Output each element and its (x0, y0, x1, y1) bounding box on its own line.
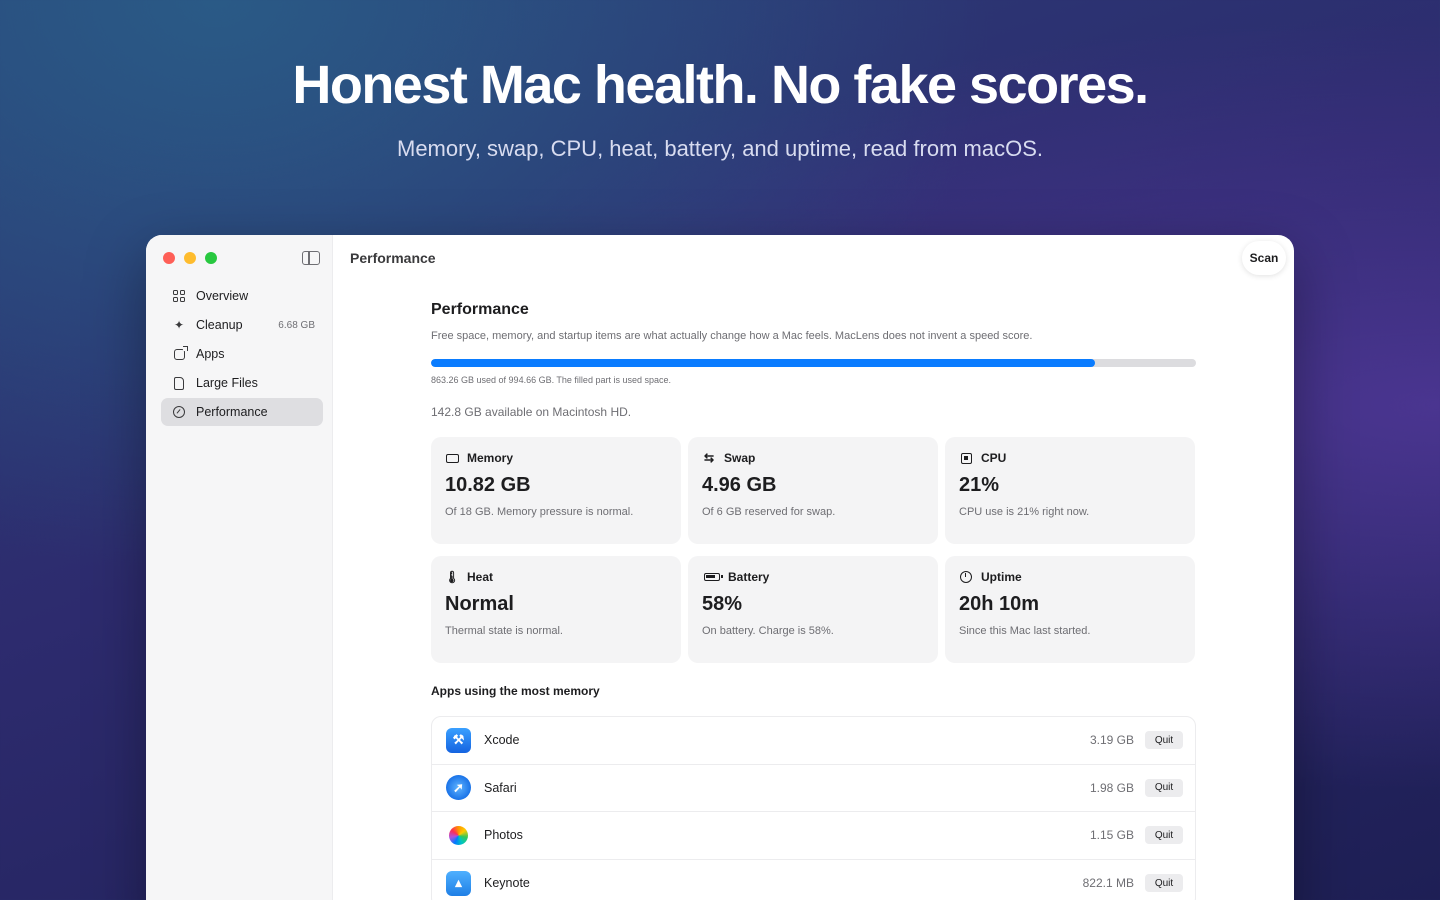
memory-card: Memory 10.82 GB Of 18 GB. Memory pressur… (431, 437, 681, 544)
app-name: Keynote (484, 876, 530, 891)
disk-available-text: 142.8 GB available on Macintosh HD. (431, 405, 632, 419)
scan-button[interactable]: Scan (1242, 241, 1286, 275)
sidebar-item-overview[interactable]: Overview (161, 282, 323, 310)
app-row-safari: ➚ Safari 1.98 GB Quit (432, 765, 1195, 812)
app-row-keynote: ▴ Keynote 822.1 MB Quit (432, 860, 1195, 900)
photos-icon (449, 825, 468, 845)
zoom-window-button[interactable] (205, 252, 217, 264)
hero: Honest Mac health. No fake scores. Memor… (0, 54, 1440, 162)
card-value: 21% (959, 474, 1000, 496)
app-icon (172, 345, 188, 361)
sidebar-item-cleanup[interactable]: ✦ Cleanup 6.68 GB (161, 311, 323, 339)
memory-icon (445, 451, 459, 465)
cpu-card: CPU 21% CPU use is 21% right now. (945, 437, 1195, 544)
grid-icon (172, 289, 186, 303)
card-note: Thermal state is normal. (445, 625, 563, 637)
card-value: Normal (445, 593, 514, 615)
document-icon (172, 376, 186, 390)
card-label: Heat (467, 570, 494, 584)
quit-button[interactable]: Quit (1145, 778, 1183, 797)
card-note: Of 6 GB reserved for swap. (702, 506, 836, 518)
card-value: 58% (702, 593, 743, 615)
app-window: Overview ✦ Cleanup 6.68 GB Apps Large Fi… (146, 235, 1294, 900)
card-label: Memory (467, 451, 514, 465)
app-name: Photos (484, 828, 523, 843)
toolbar-title: Performance (350, 250, 436, 266)
apps-list: ⚒︎ Xcode 3.19 GB Quit ➚ Safari 1.98 GB Q… (431, 716, 1196, 900)
hero-headline: Honest Mac health. No fake scores. (292, 55, 1149, 115)
heat-card: 🌡︎ Heat Normal Thermal state is normal. (431, 556, 681, 663)
card-note: Of 18 GB. Memory pressure is normal. (445, 506, 634, 518)
card-note: CPU use is 21% right now. (959, 506, 1090, 518)
sidebar-item-apps[interactable]: Apps (161, 340, 323, 368)
card-value: 10.82 GB (445, 474, 531, 496)
card-note: Since this Mac last started. (959, 625, 1091, 637)
metric-cards: Memory 10.82 GB Of 18 GB. Memory pressur… (431, 437, 1196, 663)
battery-icon (702, 570, 723, 584)
sidebar-item-large-files[interactable]: Large Files (161, 369, 323, 397)
card-label: Swap (724, 451, 756, 465)
sparkle-icon: ✦ (173, 318, 185, 332)
card-note: On battery. Charge is 58%. (702, 625, 834, 637)
card-label: Uptime (981, 570, 1022, 584)
sidebar-nav: Overview ✦ Cleanup 6.68 GB Apps Large Fi… (161, 282, 323, 427)
disk-usage-bar (431, 359, 1196, 367)
thermometer-icon: 🌡︎ (444, 570, 460, 584)
page-description: Free space, memory, and startup items ar… (431, 330, 1033, 342)
app-memory-size: 3.19 GB (1089, 733, 1134, 748)
app-name: Safari (484, 780, 517, 795)
sidebar-toggle-icon[interactable] (302, 251, 320, 265)
window-controls (163, 252, 217, 264)
card-label: Battery (728, 570, 770, 584)
sidebar-item-label: Apps (196, 347, 225, 361)
card-label: CPU (981, 451, 1007, 465)
app-row-photos: Photos 1.15 GB Quit (432, 812, 1195, 860)
hero-subheadline: Memory, swap, CPU, heat, battery, and up… (397, 136, 1043, 161)
card-value: 4.96 GB (702, 474, 777, 496)
apps-section-title: Apps using the most memory (431, 684, 600, 698)
app-memory-size: 1.15 GB (1089, 828, 1134, 843)
app-name: Xcode (484, 733, 520, 748)
close-window-button[interactable] (163, 252, 175, 264)
swap-card: ⇆ Swap 4.96 GB Of 6 GB reserved for swap. (688, 437, 938, 544)
uptime-card: Uptime 20h 10m Since this Mac last start… (945, 556, 1195, 663)
quit-button[interactable]: Quit (1145, 874, 1183, 893)
clock-icon (959, 570, 973, 584)
battery-card: Battery 58% On battery. Charge is 58%. (688, 556, 938, 663)
cpu-chip-icon (959, 451, 973, 465)
sidebar-item-performance[interactable]: Performance (161, 398, 323, 426)
sidebar-item-label: Overview (196, 289, 249, 303)
cleanup-size-badge: 6.68 GB (278, 319, 315, 331)
swap-arrows-icon: ⇆ (703, 451, 715, 465)
sidebar-item-label: Large Files (196, 376, 258, 390)
safari-icon: ➚ (446, 775, 471, 801)
app-memory-size: 1.98 GB (1089, 780, 1134, 795)
app-row-xcode: ⚒︎ Xcode 3.19 GB Quit (432, 717, 1195, 765)
quit-button[interactable]: Quit (1145, 826, 1183, 845)
sidebar-item-label: Performance (196, 405, 268, 419)
disk-usage-fill (431, 359, 1095, 367)
gauge-icon (172, 405, 186, 419)
app-memory-size: 822.1 MB (1082, 876, 1134, 891)
sidebar: Overview ✦ Cleanup 6.68 GB Apps Large Fi… (146, 235, 333, 900)
page-title: Performance (431, 301, 529, 318)
card-value: 20h 10m (959, 593, 1040, 615)
keynote-icon: ▴ (446, 870, 471, 896)
minimize-window-button[interactable] (184, 252, 196, 264)
quit-button[interactable]: Quit (1145, 731, 1183, 750)
xcode-icon: ⚒︎ (446, 727, 471, 753)
disk-usage-caption: 863.26 GB used of 994.66 GB. The filled … (431, 375, 671, 385)
main-content: Performance Free space, memory, and star… (431, 301, 1196, 900)
sidebar-item-label: Cleanup (196, 318, 243, 332)
